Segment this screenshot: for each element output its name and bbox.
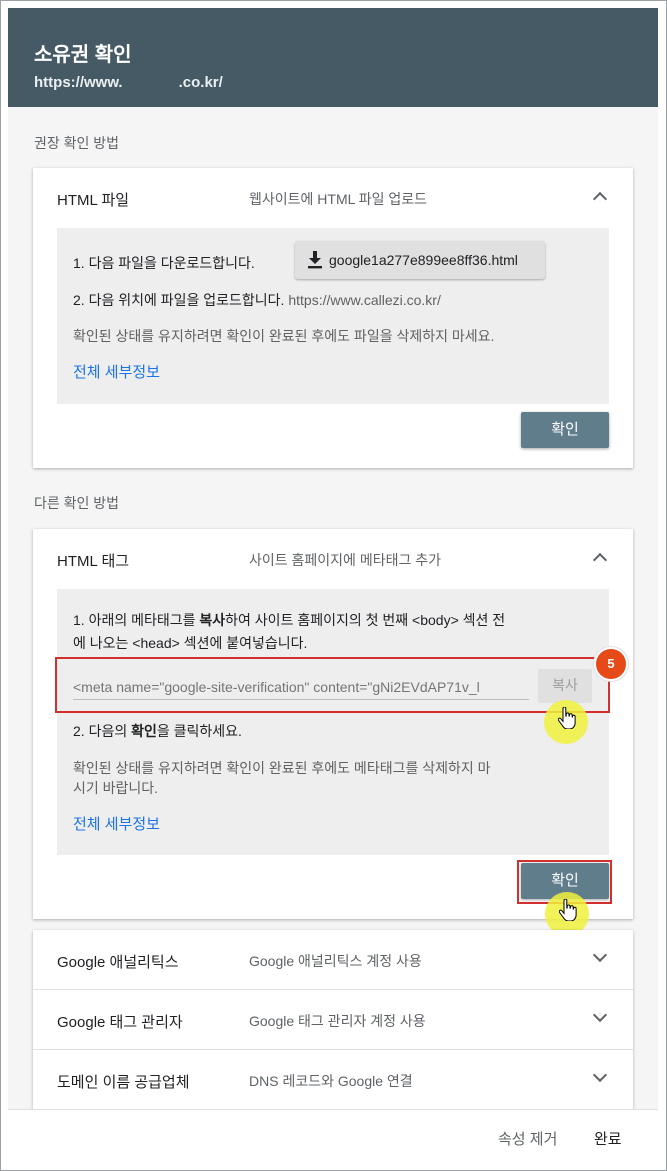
html-tag-step2-bold: 확인 bbox=[131, 723, 157, 739]
remove-property-button[interactable]: 속성 제거 bbox=[498, 1128, 557, 1149]
hand-pointer-icon bbox=[558, 707, 576, 729]
chevron-up-icon[interactable] bbox=[592, 552, 608, 568]
upload-location-url: https://www.callezi.co.kr/ bbox=[288, 292, 441, 308]
recommended-methods-label: 권장 확인 방법 bbox=[34, 135, 120, 151]
html-tag-step1-bold: 복사 bbox=[199, 612, 226, 628]
property-url-suffix: .co.kr/ bbox=[178, 74, 223, 91]
download-file-label: google1a277e899ee8ff36.html bbox=[329, 252, 518, 268]
method-name: 도메인 이름 공급업체 bbox=[57, 1074, 190, 1091]
method-desc: DNS 레코드와 Google 연결 bbox=[249, 1073, 413, 1089]
download-icon bbox=[308, 251, 322, 269]
html-tag-desc: 사이트 홈페이지에 메타태그 추가 bbox=[249, 552, 441, 568]
meta-tag-input[interactable]: <meta name="google-site-verification" co… bbox=[73, 679, 529, 700]
html-tag-details-link[interactable]: 전체 세부정보 bbox=[73, 813, 160, 834]
hand-pointer-icon bbox=[559, 899, 577, 921]
html-tag-step2-a: 2. 다음의 bbox=[73, 723, 132, 739]
html-tag-note-line2: 시기 바랍니다. bbox=[73, 780, 159, 796]
html-file-note: 확인된 상태를 유지하려면 확인이 완료된 후에도 파일을 삭제하지 마세요. bbox=[73, 328, 495, 344]
html-file-name: HTML 파일 bbox=[57, 192, 130, 209]
redacted-domain bbox=[123, 77, 179, 87]
html-file-confirm-button[interactable]: 확인 bbox=[521, 412, 609, 448]
html-tag-step1-a: 1. 아래의 메타태그를 bbox=[73, 612, 200, 628]
html-file-step2: 2. 다음 위치에 파일을 업로드합니다. https://www.callez… bbox=[73, 290, 441, 310]
html-tag-name: HTML 태그 bbox=[57, 553, 130, 570]
method-google-analytics[interactable]: Google 애널리틱스 Google 애널리틱스 계정 사용 bbox=[33, 930, 633, 990]
method-name: Google 태그 관리자 bbox=[57, 1014, 183, 1031]
method-google-tag-manager[interactable]: Google 태그 관리자 Google 태그 관리자 계정 사용 bbox=[33, 990, 633, 1050]
collapsed-methods-card: Google 애널리틱스 Google 애널리틱스 계정 사용 Google 태… bbox=[33, 930, 633, 1110]
html-file-step1: 1. 다음 파일을 다운로드합니다. bbox=[73, 255, 255, 271]
html-tag-step1-b: 하여 사이트 홈페이지의 첫 번째 <body> 섹션 전 bbox=[225, 612, 506, 628]
html-file-card: HTML 파일 웹사이트에 HTML 파일 업로드 1. 다음 파일을 다운로드… bbox=[33, 168, 633, 468]
html-file-panel: 1. 다음 파일을 다운로드합니다. google1a277e899ee8ff3… bbox=[57, 228, 609, 404]
html-tag-step2: 2. 다음의 확인을 클릭하세요. bbox=[73, 721, 242, 741]
property-url: https://www. .co.kr/ bbox=[34, 74, 223, 91]
copy-button[interactable]: 복사 bbox=[538, 669, 592, 703]
html-file-desc: 웹사이트에 HTML 파일 업로드 bbox=[249, 191, 428, 207]
dialog-header: 소유권 확인 https://www. .co.kr/ bbox=[8, 8, 658, 107]
chevron-down-icon[interactable] bbox=[592, 1067, 608, 1083]
html-tag-step2-b: 을 클릭하세요. bbox=[156, 723, 242, 739]
chevron-down-icon[interactable] bbox=[592, 947, 608, 963]
method-domain-provider[interactable]: 도메인 이름 공급업체 DNS 레코드와 Google 연결 bbox=[33, 1050, 633, 1110]
method-desc: Google 태그 관리자 계정 사용 bbox=[249, 1013, 426, 1029]
method-desc: Google 애널리틱스 계정 사용 bbox=[249, 953, 422, 969]
html-file-step2-text: 2. 다음 위치에 파일을 업로드합니다. bbox=[73, 292, 285, 308]
property-url-prefix: https://www. bbox=[34, 74, 123, 91]
meta-tag-field-highlight: <meta name="google-site-verification" co… bbox=[55, 657, 610, 713]
html-tag-note-line1: 확인된 상태를 유지하려면 확인이 완료된 후에도 메타태그를 삭제하지 마 bbox=[73, 760, 491, 776]
chevron-down-icon[interactable] bbox=[592, 1007, 608, 1023]
dialog-title: 소유권 확인 bbox=[34, 44, 132, 66]
done-button[interactable]: 완료 bbox=[594, 1128, 622, 1149]
html-tag-step1-line2: 에 나오는 <head> 섹션에 붙여넣습니다. bbox=[73, 635, 308, 651]
html-tag-panel: 1. 아래의 메타태그를 복사하여 사이트 홈페이지의 첫 번째 <body> … bbox=[57, 589, 609, 855]
chevron-up-icon[interactable] bbox=[592, 191, 608, 207]
html-file-header[interactable]: HTML 파일 웹사이트에 HTML 파일 업로드 bbox=[33, 168, 633, 226]
download-file-button[interactable]: google1a277e899ee8ff36.html bbox=[295, 241, 545, 279]
html-tag-step1: 1. 아래의 메타태그를 복사하여 사이트 홈페이지의 첫 번째 <body> … bbox=[73, 610, 603, 630]
dialog-footer: 속성 제거 완료 bbox=[8, 1109, 658, 1164]
step-number-badge: 5 bbox=[594, 647, 628, 681]
html-tag-header[interactable]: HTML 태그 사이트 홈페이지에 메타태그 추가 bbox=[33, 529, 633, 587]
html-file-details-link[interactable]: 전체 세부정보 bbox=[73, 361, 160, 382]
method-name: Google 애널리틱스 bbox=[57, 954, 179, 971]
other-methods-label: 다른 확인 방법 bbox=[34, 495, 120, 511]
